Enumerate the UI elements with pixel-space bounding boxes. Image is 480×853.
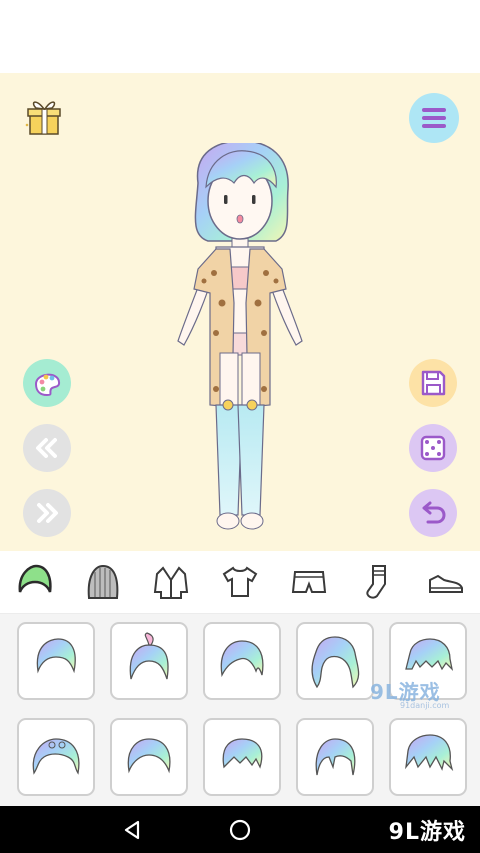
category-bar xyxy=(0,551,480,614)
double-chevron-right-icon xyxy=(23,489,71,537)
shorts-icon xyxy=(291,571,326,593)
floppy-disk-icon xyxy=(409,359,457,407)
hair-option-4[interactable] xyxy=(296,622,374,700)
save-button[interactable] xyxy=(408,358,458,408)
hair-option-9[interactable] xyxy=(296,718,374,796)
navbar-brand: 9L游戏 xyxy=(388,820,466,845)
hair-option-10[interactable] xyxy=(389,718,467,796)
system-navigation-bar: 9L游戏 xyxy=(0,806,480,853)
undo-button[interactable] xyxy=(408,488,458,538)
category-socks[interactable] xyxy=(354,559,400,605)
gift-icon xyxy=(25,101,61,135)
shoe-icon xyxy=(428,574,463,593)
character[interactable] xyxy=(150,140,330,533)
previous-button[interactable] xyxy=(22,423,72,473)
category-hair[interactable] xyxy=(11,559,57,605)
knit-hat-icon xyxy=(87,564,119,599)
palette-icon xyxy=(23,359,71,407)
back-triangle-icon xyxy=(124,820,140,840)
status-area xyxy=(0,0,480,73)
sock-icon xyxy=(366,565,387,599)
hair-option-1[interactable] xyxy=(17,622,95,700)
hair-option-2[interactable] xyxy=(110,622,188,700)
palette-button[interactable] xyxy=(22,358,72,408)
hair-option-6[interactable] xyxy=(17,718,95,796)
hair-option-3[interactable] xyxy=(203,622,281,700)
tshirt-icon xyxy=(222,566,258,597)
home-button[interactable] xyxy=(226,816,254,844)
dress-up-game-screen: 9L游戏 91danji.com 9L游戏 xyxy=(0,0,480,853)
gift-button[interactable] xyxy=(22,94,66,138)
next-button[interactable] xyxy=(22,488,72,538)
category-shoes[interactable] xyxy=(423,559,469,605)
category-top[interactable] xyxy=(217,559,263,605)
random-button[interactable] xyxy=(408,423,458,473)
watermark-url: 91danji.com xyxy=(400,701,450,710)
hair-option-8[interactable] xyxy=(203,718,281,796)
category-hat[interactable] xyxy=(80,559,126,605)
menu-button[interactable] xyxy=(408,92,460,144)
category-bottom[interactable] xyxy=(286,559,332,605)
home-circle-icon xyxy=(229,819,251,841)
undo-icon xyxy=(409,489,457,537)
menu-icon xyxy=(409,93,459,143)
hair-icon xyxy=(18,564,52,593)
watermark: 9L游戏 91danji.com xyxy=(370,676,470,716)
back-button[interactable] xyxy=(118,816,146,844)
hair-option-7[interactable] xyxy=(110,718,188,796)
double-chevron-left-icon xyxy=(23,424,71,472)
category-jacket[interactable] xyxy=(148,559,194,605)
dice-icon xyxy=(409,424,457,472)
jacket-icon xyxy=(154,566,189,599)
